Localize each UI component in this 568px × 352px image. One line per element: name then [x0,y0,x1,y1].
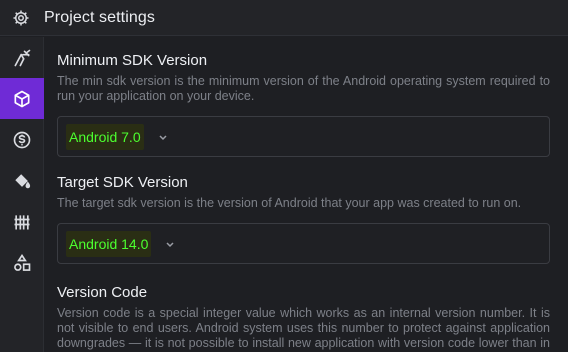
title-bar: Project settings [0,0,568,36]
target-sdk-title: Target SDK Version [57,174,188,191]
version-code-section: Version Code Version code is a special i… [57,284,550,352]
min-sdk-select[interactable]: Android 7.0 [57,116,550,157]
settings-content: Minimum SDK Version The min sdk version … [45,37,568,352]
paint-bucket-icon [12,171,32,191]
target-sdk-value: Android 14.0 [66,230,152,257]
target-sdk-section: Target SDK Version The target sdk versio… [57,174,550,264]
page-title: Project settings [44,8,155,26]
min-sdk-section: Minimum SDK Version The min sdk version … [57,52,550,157]
chevron-down-icon [158,132,168,142]
gear-icon [11,8,31,28]
target-sdk-select[interactable]: Android 14.0 [57,223,550,264]
shapes-icon [12,253,32,273]
sidebar-item-monetization[interactable] [0,119,44,160]
sidebar-item-build[interactable] [0,37,44,78]
chevron-down-icon [165,239,175,249]
coin-icon [12,130,32,150]
sidebar-item-theme[interactable] [0,160,44,201]
build-tools-icon [12,48,32,68]
version-code-description: Version code is a special integer value … [57,306,550,352]
version-code-title: Version Code [57,284,148,301]
min-sdk-title: Minimum SDK Version [57,52,208,69]
min-sdk-value: Android 7.0 [66,123,144,150]
sidebar [0,37,44,352]
min-sdk-description: The min sdk version is the minimum versi… [57,74,550,103]
fence-icon [12,212,32,232]
sidebar-item-components[interactable] [0,242,44,283]
sidebar-item-project[interactable] [0,78,44,119]
cube-icon [12,89,32,109]
sidebar-item-permissions[interactable] [0,201,44,242]
target-sdk-description: The target sdk version is the version of… [57,196,522,210]
